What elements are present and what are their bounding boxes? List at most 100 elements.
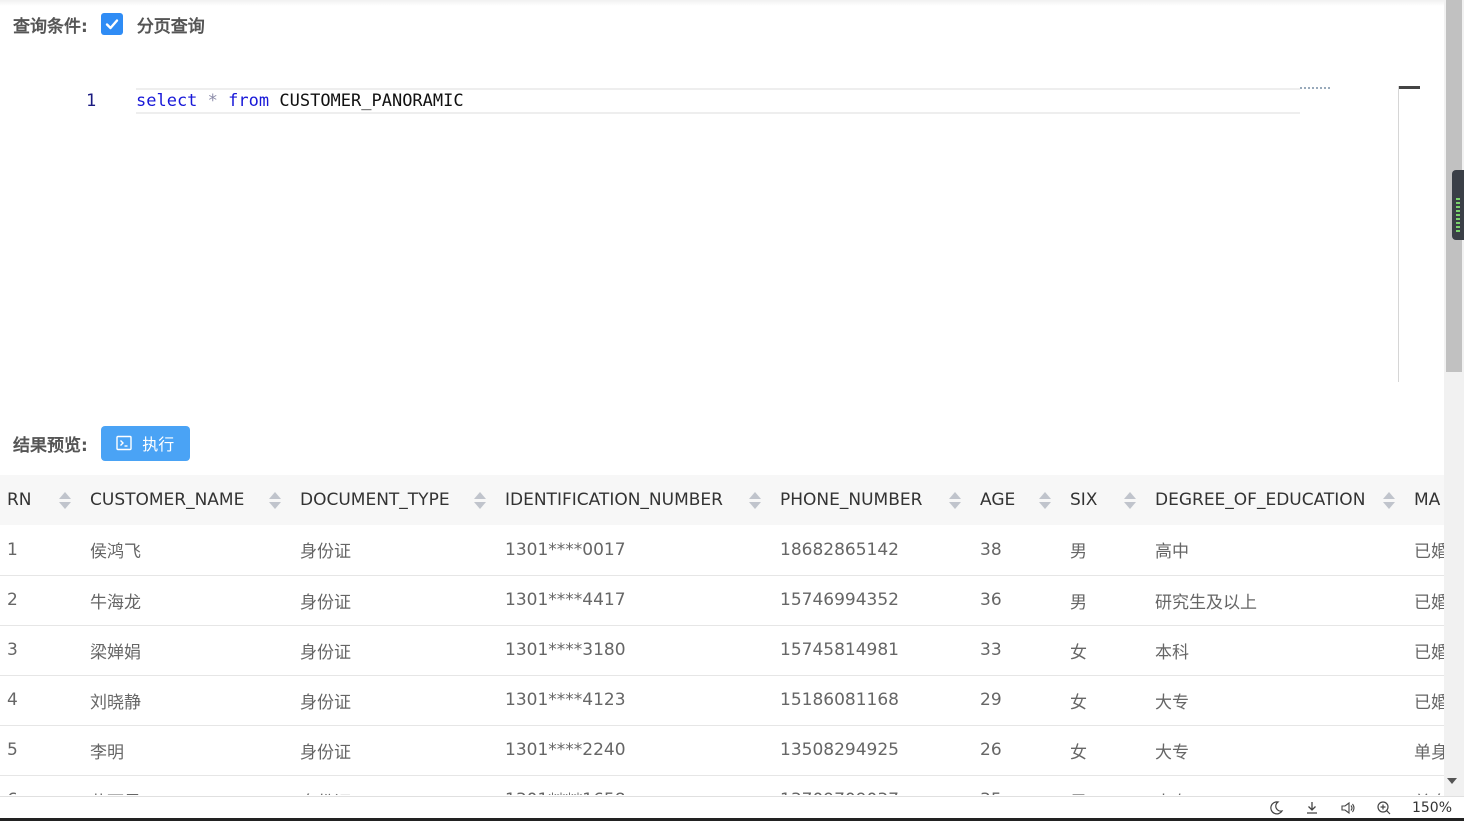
sort-icon[interactable] [474,491,486,509]
table-cell: 15745814981 [773,625,973,676]
table-cell: 女 [1063,725,1148,776]
table-cell: 已婚 [1407,575,1444,626]
table-cell: 已婚 [1407,625,1444,676]
line-number: 1 [86,91,97,111]
table-cell: 高中 [1148,525,1407,576]
scroll-down-arrow-icon[interactable] [1447,778,1457,784]
table-row[interactable]: 1 侯鸿飞 身份证 1301****0017 18682865142 38 男高中 已婚 [0,525,1444,576]
result-preview-label: 结果预览: [13,435,88,456]
editor-overview-ruler[interactable] [1398,86,1399,382]
column-header[interactable]: IDENTIFICATION_NUMBER [498,475,773,525]
table-row[interactable]: 2 牛海龙 身份证 1301****4417 15746994352 36 男研究生及以上已… [0,575,1444,626]
table-cell: 身份证 [293,725,498,776]
sort-icon[interactable] [59,491,71,509]
table-header-row: RN CUSTOMER_NAME DOCUMENT_TYPE IDENTIFICATI… [0,475,1444,525]
table-cell: 38 [973,525,1063,576]
table-row[interactable]: 5李明身份证1301****22401350829492526女大专单身 [0,725,1444,776]
column-header-label: RN [7,490,32,510]
column-header[interactable]: PHONE_NUMBER [773,475,973,525]
table-cell: 大专 [1148,775,1407,795]
table-cell: 李明 [83,725,293,776]
result-header: 结果预览: 执行 [13,425,190,461]
table-cell: 梁婵娟 [83,625,293,676]
column-header-label: MA [1414,490,1441,510]
sql-editor[interactable]: 1 select * from CUSTOMER_PANORAMIC [0,80,1444,382]
execute-button-label: 执行 [142,435,175,454]
table-cell: 身份证 [293,575,498,626]
table-cell: 1301****1658 [498,775,773,795]
sort-icon[interactable] [949,491,961,509]
column-header[interactable]: RN [0,475,83,525]
terminal-icon [116,435,132,451]
column-header-label: DOCUMENT_TYPE [300,490,450,510]
table-cell: 1 [0,525,83,576]
moon-icon[interactable] [1268,800,1284,816]
table-cell: 18682865142 [773,525,973,576]
result-table: RN CUSTOMER_NAME DOCUMENT_TYPE IDENTIFICATI… [0,475,1444,795]
table-cell: 2 [0,575,83,626]
paged-query-checkbox[interactable] [100,13,123,35]
table-cell: 1301****3180 [498,625,773,676]
table-cell: 4 [0,675,83,726]
table-cell: 男 [1063,525,1148,576]
table-cell: 大专 [1148,725,1407,776]
column-header[interactable]: DOCUMENT_TYPE [293,475,498,525]
sort-icon[interactable] [1124,491,1136,509]
execute-button[interactable]: 执行 [100,425,190,461]
table-cell: 黄丽星 [83,775,293,795]
table-cell: 女 [1063,675,1148,726]
zoom-level[interactable]: 150% [1412,800,1452,816]
table-cell: 男 [1063,775,1148,795]
table-cell: 本科 [1148,625,1407,676]
column-header[interactable]: DEGREE_OF_EDUCATION [1148,475,1407,525]
table-cell: 研究生及以上 [1148,575,1407,626]
sort-icon[interactable] [1039,491,1051,509]
table-cell: 已婚 [1407,525,1444,576]
table-cell: 男 [1063,575,1148,626]
table-cell: 33 [973,625,1063,676]
paged-query-label[interactable]: 分页查询 [137,12,205,37]
code-line[interactable]: select * from CUSTOMER_PANORAMIC [136,88,1300,114]
speaker-icon[interactable] [1340,800,1356,816]
column-header[interactable]: AGE [973,475,1063,525]
table-cell: 1301****0017 [498,525,773,576]
table-cell: 身份证 [293,775,498,795]
page-scrollbar[interactable] [1444,0,1464,797]
column-header-label: CUSTOMER_NAME [90,490,245,510]
table-cell: 6 [0,775,83,795]
table-body: 1 侯鸿飞 身份证 1301****0017 18682865142 38 男高中 已婚 2 牛海… [0,525,1444,795]
sort-icon[interactable] [1383,491,1395,509]
column-header-label: PHONE_NUMBER [780,490,923,510]
table-cell: 15746994352 [773,575,973,626]
operator-star: * [207,91,218,111]
table-cell: 大专 [1148,675,1407,726]
equalizer-icon [1456,198,1460,232]
table-cell: 身份证 [293,525,498,576]
editor-ruler-mark [1300,87,1332,89]
sort-icon[interactable] [749,491,761,509]
table-cell: 36 [973,575,1063,626]
table-cell: 身份证 [293,625,498,676]
column-header[interactable]: MA [1407,475,1444,525]
column-header[interactable]: SIX [1063,475,1148,525]
table-cell: 侯鸿飞 [83,525,293,576]
editor-overview-cursor-mark [1399,86,1420,89]
table-cell: 1301****4123 [498,675,773,726]
table-cell: 牛海龙 [83,575,293,626]
table-cell: 1301****4417 [498,575,773,626]
column-header[interactable]: CUSTOMER_NAME [83,475,293,525]
side-toolbar-handle[interactable] [1452,170,1464,240]
sort-icon[interactable] [269,491,281,509]
table-cell: 35 [973,775,1063,795]
column-header-label: DEGREE_OF_EDUCATION [1155,490,1366,510]
table-cell: 29 [973,675,1063,726]
column-header-label: IDENTIFICATION_NUMBER [505,490,723,510]
table-row[interactable]: 4刘晓静身份证1301****41231518608116829女大专已婚 [0,675,1444,726]
table-cell: 13508294925 [773,725,973,776]
download-icon[interactable] [1304,800,1320,816]
table-row[interactable]: 3梁婵娟身份证1301****31801574581498133女本科已婚 [0,625,1444,676]
table-row[interactable]: 6黄丽星身份证1301****16581370970903735男大专单身 [0,775,1444,795]
table-cell: 5 [0,725,83,776]
table-cell: 3 [0,625,83,676]
zoom-in-icon[interactable] [1376,800,1392,816]
